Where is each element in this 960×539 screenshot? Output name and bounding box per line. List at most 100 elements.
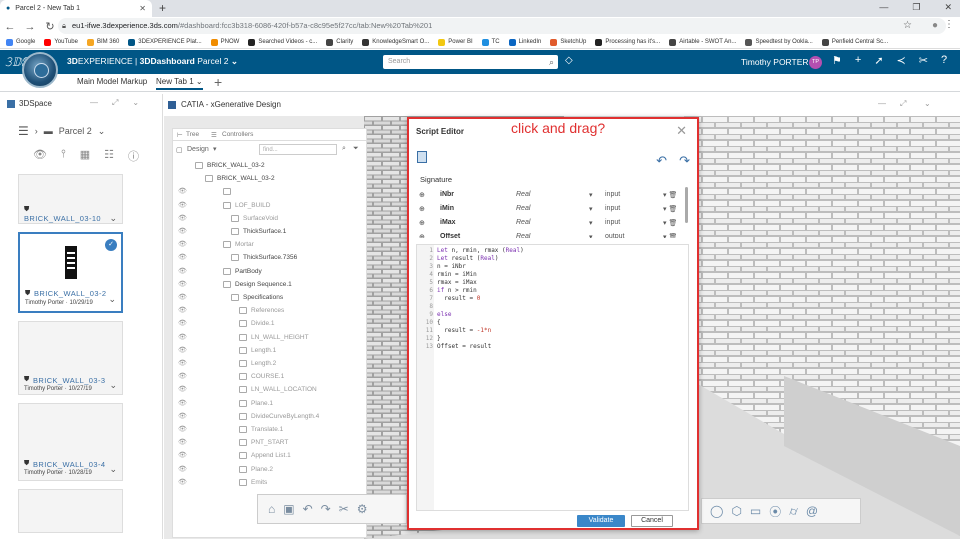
tree-node[interactable]: BRICK_WALL_03-2 <box>205 175 275 183</box>
find-input[interactable]: find... <box>259 144 337 155</box>
sequence-icon[interactable]: ⚙ <box>357 502 368 516</box>
visibility-icon[interactable]: 👁︎ <box>178 253 187 261</box>
visibility-icon[interactable]: 👁︎ <box>178 267 187 275</box>
chevron-down-icon[interactable]: ▾ <box>589 205 593 213</box>
close-tab-icon[interactable]: ✕ <box>139 4 146 13</box>
bookmark-item[interactable]: SketchUp <box>550 38 586 46</box>
tools-icon[interactable]: ✂ <box>919 54 928 67</box>
tree-node[interactable]: Divide.1 <box>239 320 274 328</box>
cancel-button[interactable]: Cancel <box>631 515 673 527</box>
tab-main-model-markup[interactable]: Main Model Markup <box>77 77 147 86</box>
bookmark-item[interactable]: PNOW <box>210 38 239 46</box>
maximize-widget-icon[interactable]: ⤢ <box>112 98 118 108</box>
browser-tab[interactable]: ● Parcel 2 - New Tab 1 ✕ <box>0 0 152 17</box>
tree-node[interactable] <box>223 188 235 196</box>
browser-menu-icon[interactable]: ⋮ <box>944 19 954 30</box>
tag-icon[interactable]: ◇ <box>565 55 573 66</box>
tree-node[interactable]: LOF_BUILD <box>223 201 270 209</box>
bookmark-star-icon[interactable]: ☆ <box>903 20 912 31</box>
tree-node[interactable]: Length.2 <box>239 360 276 367</box>
undo-icon[interactable]: ↶ <box>656 153 667 169</box>
trash-icon[interactable]: ▾ 🗑︎ <box>663 233 677 238</box>
search-icon[interactable]: ⌕ <box>342 145 346 153</box>
tab-new-tab-1[interactable]: New Tab 1 ⌄ <box>156 77 203 90</box>
hexagon-icon[interactable]: ⬡ <box>731 504 741 518</box>
new-tab-icon[interactable]: + <box>159 1 166 15</box>
tree-node[interactable]: PNT_START <box>239 439 288 447</box>
redo-icon[interactable]: ↷ <box>321 502 331 516</box>
user-name[interactable]: Timothy PORTER <box>741 57 809 67</box>
visibility-icon[interactable]: 👁︎ <box>178 306 187 314</box>
param-direction[interactable]: input <box>605 219 620 226</box>
profile-icon[interactable]: ● <box>932 20 938 31</box>
list-item[interactable] <box>18 489 123 533</box>
design-filter[interactable]: Design <box>187 146 209 153</box>
chevron-down-icon[interactable]: ⌄ <box>109 380 117 391</box>
bookmark-item[interactable]: YouTube <box>44 38 78 46</box>
widget-menu-icon[interactable]: ⌄ <box>132 98 139 108</box>
close-icon[interactable]: ✕ <box>676 123 687 139</box>
visibility-icon[interactable]: 👁︎ <box>178 280 187 288</box>
maximize-widget-icon[interactable]: ⤢ <box>900 99 906 109</box>
bookmark-item[interactable]: BIM 360 <box>86 38 119 46</box>
bookmark-item[interactable]: LinkedIn <box>508 38 541 46</box>
visibility-icon[interactable]: 👁︎ <box>178 346 187 354</box>
visibility-icon[interactable]: 👁︎ <box>178 399 187 407</box>
tree-node[interactable]: Design Sequence.1 <box>223 280 292 288</box>
signature-scrollbar[interactable] <box>685 187 688 223</box>
sweep-icon[interactable]: ⦿ <box>769 503 781 520</box>
info-icon[interactable]: ⓘ <box>128 148 139 164</box>
visibility-icon[interactable]: 👁︎ <box>178 214 187 222</box>
specification-tree[interactable]: ⊢ Tree ☰ Controllers ▢ Design ▾ find... … <box>172 128 367 538</box>
minimize-widget-icon[interactable]: — <box>90 98 98 108</box>
home-icon[interactable]: ⌂ <box>268 502 275 516</box>
bookmark-item[interactable]: Penfield Central Sc... <box>821 38 888 46</box>
visibility-icon[interactable]: 👁︎ <box>178 412 187 420</box>
spiral-icon[interactable]: @ <box>806 504 818 518</box>
minimize-icon[interactable]: — <box>879 2 888 13</box>
tree-node[interactable]: Length.1 <box>239 346 276 354</box>
back-icon[interactable]: ← <box>0 21 20 33</box>
visibility-icon[interactable]: 👁︎ <box>178 438 187 446</box>
signature-row[interactable]: ⊕ iMin Real ▾ input ▾ 🗑︎ <box>419 205 684 218</box>
chevron-down-icon[interactable]: ▾ <box>589 233 593 238</box>
chevron-down-icon[interactable]: ▾ <box>213 145 217 153</box>
visibility-icon[interactable]: 👁︎ <box>178 187 187 195</box>
tab-controllers[interactable]: Controllers <box>222 131 253 138</box>
param-direction[interactable]: input <box>605 191 620 198</box>
bookmark-item[interactable]: Google <box>6 38 35 46</box>
visibility-icon[interactable]: 👁︎ <box>178 227 187 235</box>
list-item[interactable]: ⛊ BRICK_WALL_03-10 ⌄ <box>18 174 123 224</box>
help-icon[interactable]: ? <box>941 54 947 67</box>
rectangle-icon[interactable]: ▭ <box>750 504 761 518</box>
avatar[interactable]: TP <box>809 56 822 69</box>
bookmark-item[interactable]: KnowledgeSmart O... <box>362 38 429 46</box>
grid-view-icon[interactable]: ▦ <box>80 148 90 164</box>
visibility-icon[interactable]: 👁︎ <box>178 293 187 301</box>
visibility-icon[interactable]: 👁︎ <box>178 333 187 341</box>
tree-node[interactable]: LN_WALL_LOCATION <box>239 386 317 394</box>
tree-node[interactable]: Specifications <box>231 294 283 301</box>
chevron-down-icon[interactable]: ⌄ <box>109 213 117 224</box>
restore-icon[interactable]: ❐ <box>912 2 920 13</box>
scissors-icon[interactable]: ✂ <box>339 502 349 516</box>
url-field[interactable]: 🔒︎ eu1-ifwe.3dexperience.3ds.com/#dashbo… <box>58 18 946 34</box>
widget-menu-icon[interactable]: ⌄ <box>924 99 931 108</box>
bookmark-item[interactable]: Processing has it's... <box>595 38 660 46</box>
tree-node[interactable]: References <box>239 307 284 315</box>
tree-node[interactable]: Append List.1 <box>239 452 291 460</box>
bookmark-item[interactable]: Speedtest by Ookla... <box>745 38 813 46</box>
tree-node[interactable]: Translate.1 <box>239 426 283 433</box>
forward-icon[interactable]: → <box>20 21 40 33</box>
reload-icon[interactable]: ↻ <box>40 20 60 33</box>
save-icon[interactable]: ▣ <box>283 502 294 516</box>
tree-node[interactable]: Emits <box>239 478 267 486</box>
visibility-icon[interactable]: 👁︎ <box>178 240 187 248</box>
list-view-icon[interactable]: ☷ <box>104 148 114 164</box>
visibility-icon[interactable]: 👁︎ <box>178 319 187 327</box>
param-direction[interactable]: input <box>605 205 620 212</box>
list-item[interactable]: ✓ ⛊ BRICK_WALL_03-2 Timothy Porter · 10/… <box>18 232 123 313</box>
visibility-icon[interactable]: 👁︎ <box>178 201 187 209</box>
compass-icon[interactable] <box>22 52 58 88</box>
menu-icon[interactable]: ☰ <box>18 124 29 138</box>
